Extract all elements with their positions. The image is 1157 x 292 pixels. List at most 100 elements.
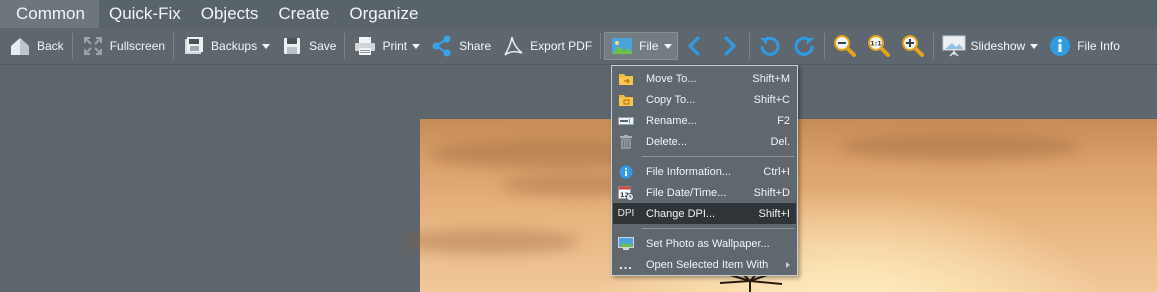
toolbar-separator	[71, 33, 73, 59]
menu-item-label: Move To...	[646, 72, 697, 85]
chevron-down-icon	[663, 43, 672, 49]
zoom-actual-size-button[interactable]: 1:1	[862, 32, 896, 60]
back-label: Back	[37, 39, 64, 53]
chevron-right-icon	[717, 34, 741, 58]
share-label: Share	[459, 39, 492, 53]
file-info-button[interactable]: File Info	[1043, 32, 1125, 60]
dpi-icon: DPI	[617, 208, 635, 219]
save-label: Save	[309, 39, 337, 53]
menu-item-set-wallpaper[interactable]: Set Photo as Wallpaper...	[613, 233, 796, 254]
menu-item-label: File Information...	[646, 165, 731, 178]
toolbar-separator	[932, 33, 934, 59]
previous-button[interactable]	[678, 32, 712, 60]
submenu-arrow-icon	[786, 261, 790, 268]
info-icon	[613, 165, 639, 179]
share-button[interactable]: Share	[425, 32, 496, 60]
tab-create[interactable]: Create	[268, 0, 339, 28]
toolbar-separator	[344, 33, 346, 59]
menu-item-copy-to[interactable]: Copy To... Shift+C	[613, 89, 796, 110]
zoom-out-icon	[833, 34, 857, 58]
menu-item-label: Set Photo as Wallpaper...	[646, 237, 770, 250]
image-file-icon	[610, 34, 634, 58]
save-button[interactable]: Save	[275, 32, 341, 60]
slideshow-button[interactable]: Slideshow	[937, 32, 1044, 60]
toolbar: Back Fullscreen Backups Save Print Share	[0, 28, 1157, 65]
rotate-right-icon	[792, 34, 816, 58]
menu-item-move-to[interactable]: Move To... Shift+M	[613, 68, 796, 89]
menu-item-label: Change DPI...	[646, 207, 716, 220]
tab-objects[interactable]: Objects	[191, 0, 269, 28]
next-button[interactable]	[712, 32, 746, 60]
tab-quick-fix[interactable]: Quick-Fix	[99, 0, 191, 28]
menu-item-label: Copy To...	[646, 93, 696, 106]
menu-item-shortcut: Del.	[770, 135, 790, 148]
home-icon	[8, 34, 32, 58]
menu-item-open-with[interactable]: ... Open Selected Item With	[613, 254, 796, 275]
chevron-down-icon	[1030, 43, 1039, 49]
tab-organize[interactable]: Organize	[339, 0, 428, 28]
slideshow-icon	[942, 34, 966, 58]
fullscreen-label: Fullscreen	[109, 39, 166, 53]
more-icon: ...	[619, 257, 633, 272]
menu-item-label: Open Selected Item With	[646, 258, 769, 271]
rotate-left-icon	[758, 34, 782, 58]
ribbon-tab-bar: Common Quick-Fix Objects Create Organize	[0, 0, 1157, 28]
export-pdf-label: Export PDF	[530, 39, 593, 53]
toolbar-separator	[173, 33, 175, 59]
menu-item-file-information[interactable]: File Information... Ctrl+I	[613, 161, 796, 182]
zoom-in-button[interactable]	[896, 32, 930, 60]
rotate-left-button[interactable]	[753, 32, 787, 60]
zoom-in-icon	[901, 34, 925, 58]
print-button[interactable]: Print	[348, 32, 425, 60]
calendar-icon: 12	[613, 185, 639, 201]
trash-icon	[613, 134, 639, 149]
toolbar-separator	[823, 33, 825, 59]
photo-cloud	[840, 134, 1080, 160]
backups-label: Backups	[211, 39, 258, 53]
backup-icon	[182, 34, 206, 58]
share-icon	[430, 34, 454, 58]
menu-item-shortcut: F2	[777, 114, 790, 127]
menu-item-shortcut: Shift+C	[753, 93, 790, 106]
chevron-down-icon	[412, 43, 421, 49]
info-icon	[1048, 34, 1072, 58]
file-menu-button[interactable]: File	[604, 32, 678, 60]
menu-item-shortcut: Shift+D	[753, 186, 790, 199]
fullscreen-icon	[81, 34, 105, 58]
print-label: Print	[382, 39, 408, 53]
chevron-left-icon	[683, 34, 707, 58]
folder-move-icon	[613, 72, 639, 86]
chevron-down-icon	[262, 43, 271, 49]
export-pdf-button[interactable]: Export PDF	[496, 32, 597, 60]
menu-item-rename[interactable]: Rename... F2	[613, 110, 796, 131]
wallpaper-icon	[613, 237, 639, 250]
file-info-label: File Info	[1077, 39, 1120, 53]
fullscreen-button[interactable]: Fullscreen	[76, 32, 170, 60]
pdf-icon	[501, 34, 525, 58]
menu-item-shortcut: Shift+I	[758, 207, 791, 220]
rename-icon	[613, 116, 639, 126]
menu-item-change-dpi[interactable]: DPI Change DPI... Shift+I	[613, 203, 796, 224]
zoom-out-button[interactable]	[828, 32, 862, 60]
tab-common[interactable]: Common	[0, 0, 99, 28]
menu-item-shortcut: Shift+M	[752, 72, 790, 85]
backups-button[interactable]: Backups	[177, 32, 275, 60]
rotate-right-button[interactable]	[787, 32, 821, 60]
menu-separator	[642, 228, 794, 229]
svg-text:1:1: 1:1	[870, 40, 882, 48]
file-label: File	[639, 39, 659, 53]
back-button[interactable]: Back	[3, 32, 69, 60]
photo-cloud	[400, 229, 580, 254]
toolbar-separator	[748, 33, 750, 59]
menu-item-label: Delete...	[646, 135, 687, 148]
menu-item-shortcut: Ctrl+I	[763, 165, 790, 178]
menu-item-label: Rename...	[646, 114, 697, 127]
folder-copy-icon	[613, 93, 639, 107]
save-icon	[280, 34, 304, 58]
printer-icon	[353, 34, 377, 58]
toolbar-separator	[600, 33, 602, 59]
menu-item-label: File Date/Time...	[646, 186, 727, 199]
menu-item-file-date-time[interactable]: 12 File Date/Time... Shift+D	[613, 182, 796, 203]
slideshow-label: Slideshow	[970, 39, 1026, 53]
menu-item-delete[interactable]: Delete... Del.	[613, 131, 796, 152]
